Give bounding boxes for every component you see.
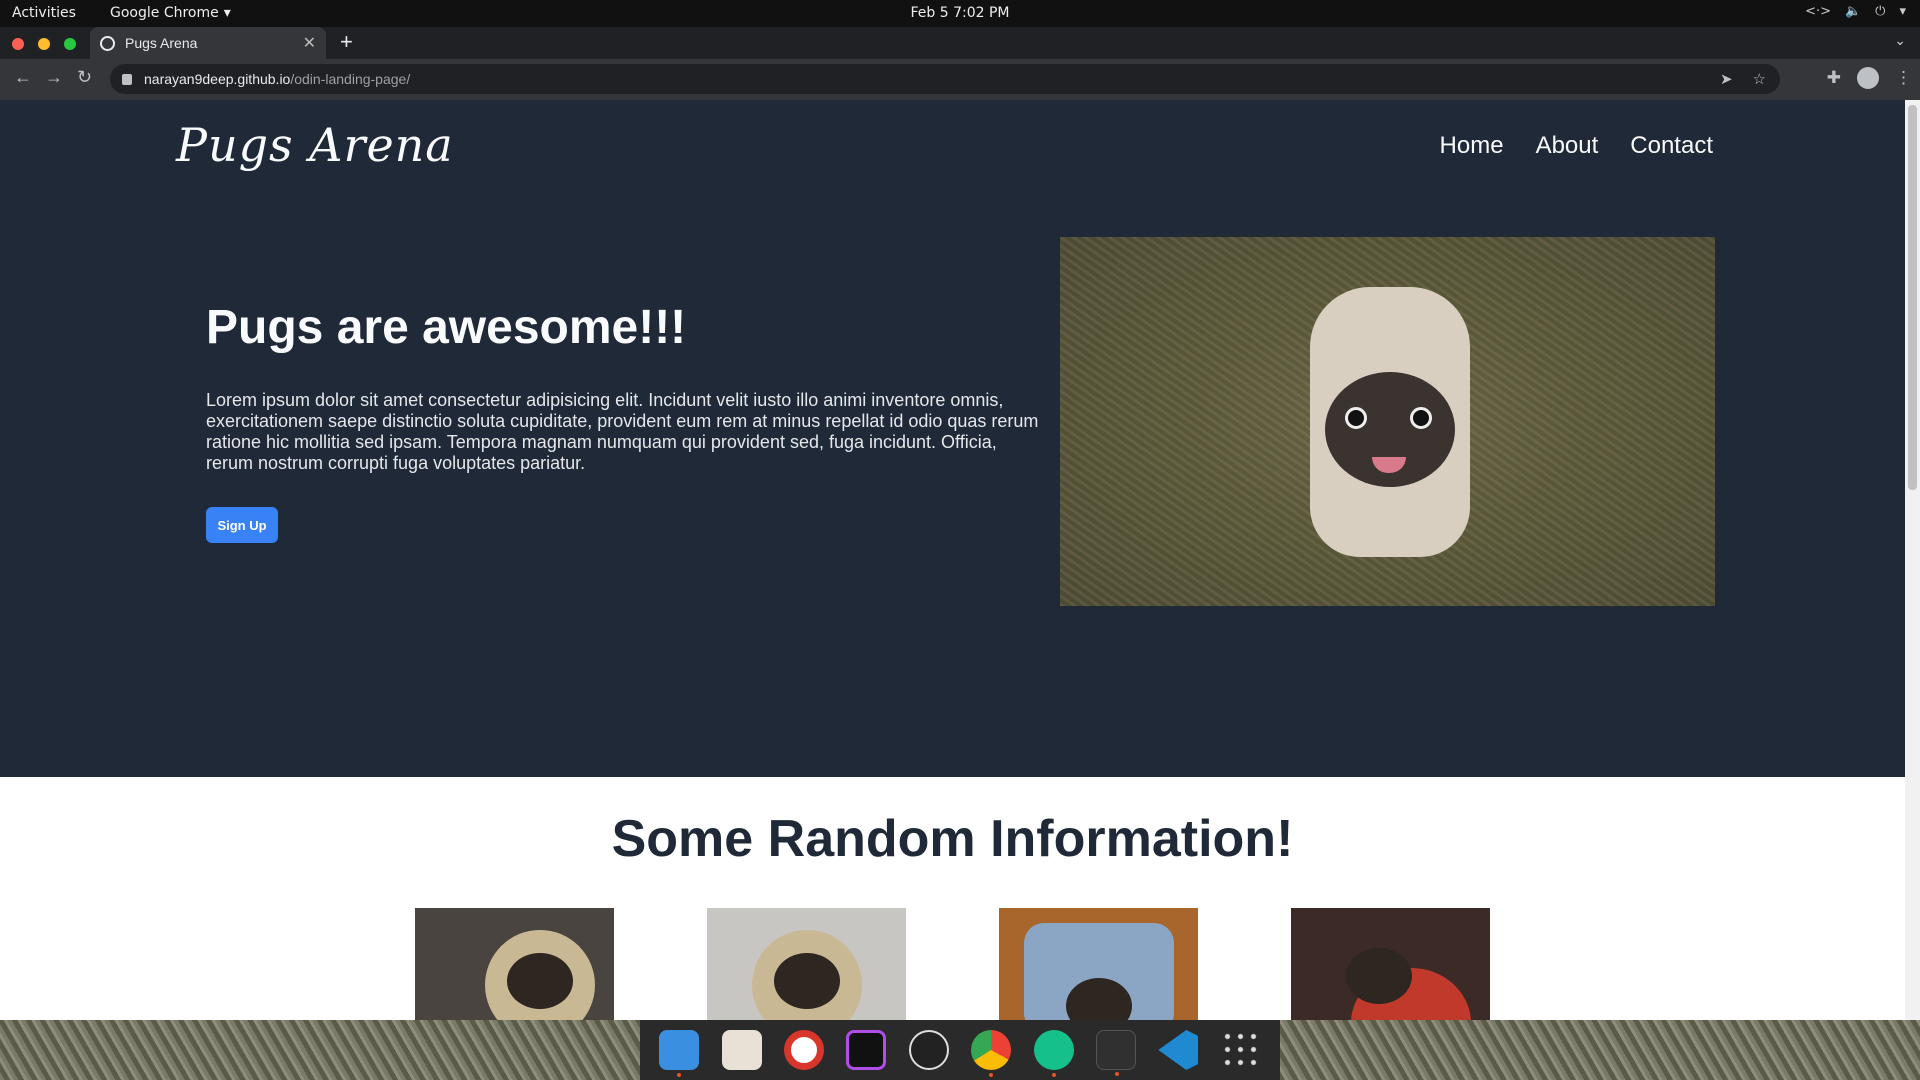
terminal-icon[interactable]	[1095, 1030, 1136, 1076]
chevron-down-icon: ▾	[1899, 4, 1906, 19]
profile-avatar[interactable]	[1857, 67, 1879, 89]
address-bar[interactable]: narayan9deep.github.io /odin-landing-pag…	[110, 64, 1780, 94]
nav-about[interactable]: About	[1536, 132, 1599, 160]
site-nav: Home About Contact	[1440, 132, 1713, 160]
extensions-icon[interactable]: ✚	[1827, 68, 1841, 88]
globe-icon	[100, 35, 115, 51]
page-scrollbar[interactable]	[1905, 100, 1920, 1020]
chevron-down-icon: ▾	[223, 5, 231, 21]
tab-strip: Pugs Arena ✕ + ⌄	[0, 27, 1920, 59]
star-icon[interactable]: ☆	[1753, 70, 1766, 88]
intellij-icon[interactable]	[846, 1030, 887, 1070]
nav-home[interactable]: Home	[1440, 132, 1504, 160]
new-tab-button[interactable]: +	[340, 29, 353, 55]
browser-toolbar: ← → ↻ narayan9deep.github.io /odin-landi…	[0, 59, 1920, 100]
reload-icon[interactable]: ↻	[77, 67, 92, 88]
maximize-window-button[interactable]	[64, 38, 76, 50]
system-tray[interactable]: <·> 🔈 ⏻ ▾	[1805, 4, 1906, 19]
forward-icon[interactable]: →	[45, 67, 63, 88]
lock-icon[interactable]	[122, 73, 132, 85]
window-controls	[12, 38, 76, 50]
updater-icon[interactable]	[1033, 1030, 1074, 1077]
send-icon[interactable]: ➤	[1720, 70, 1733, 88]
obs-icon[interactable]	[908, 1030, 949, 1070]
site-logo[interactable]: Pugs Arena	[176, 118, 454, 172]
hero-pug-image	[1060, 237, 1715, 606]
sign-up-button[interactable]: Sign Up	[206, 507, 278, 543]
vscode-icon[interactable]	[1158, 1030, 1199, 1070]
page-viewport: Pugs Arena Home About Contact Pugs are a…	[0, 100, 1920, 1020]
kebab-menu-icon[interactable]: ⋮	[1895, 68, 1912, 88]
info-title: Some Random Information!	[611, 810, 1294, 868]
hero-section: Pugs Arena Home About Contact Pugs are a…	[0, 100, 1905, 777]
app-menu-label: Google Chrome	[110, 5, 219, 21]
info-card-image	[999, 908, 1198, 1020]
tab-search-button[interactable]: ⌄	[1894, 32, 1906, 49]
system-top-bar: Activities Google Chrome ▾ Feb 5 7:02 PM…	[0, 0, 1920, 27]
hero-title: Pugs are awesome!!!	[206, 301, 687, 354]
app-grid-icon[interactable]	[1220, 1030, 1261, 1070]
hero-text: Lorem ipsum dolor sit amet consectetur a…	[206, 390, 1039, 473]
chrome-icon[interactable]	[971, 1030, 1012, 1077]
clock[interactable]: Feb 5 7:02 PM	[910, 5, 1009, 21]
app-menu[interactable]: Google Chrome ▾	[110, 5, 231, 21]
info-card-image	[1291, 908, 1490, 1020]
scrollbar-thumb[interactable]	[1908, 105, 1917, 490]
minimize-window-button[interactable]	[38, 38, 50, 50]
close-window-button[interactable]	[12, 38, 24, 50]
help-icon[interactable]	[783, 1030, 824, 1070]
url-host: narayan9deep.github.io	[144, 71, 291, 87]
url-path: /odin-landing-page/	[290, 71, 411, 87]
activities-button[interactable]: Activities	[12, 5, 76, 21]
power-icon: ⏻	[1875, 4, 1886, 19]
installer-icon[interactable]	[721, 1030, 762, 1070]
info-card-image	[415, 908, 614, 1020]
network-icon: <·>	[1805, 4, 1831, 19]
pug-illustration	[1300, 257, 1480, 577]
info-section: Some Random Information!	[0, 777, 1905, 1020]
dock	[640, 1020, 1280, 1080]
tab-title: Pugs Arena	[125, 35, 198, 51]
info-card-image	[707, 908, 906, 1020]
volume-icon: 🔈	[1844, 4, 1862, 19]
finder-icon[interactable]	[659, 1030, 700, 1077]
nav-contact[interactable]: Contact	[1630, 132, 1713, 160]
close-icon[interactable]: ✕	[303, 33, 316, 53]
tab-pugs-arena[interactable]: Pugs Arena ✕	[90, 27, 326, 59]
back-icon[interactable]: ←	[14, 67, 32, 88]
